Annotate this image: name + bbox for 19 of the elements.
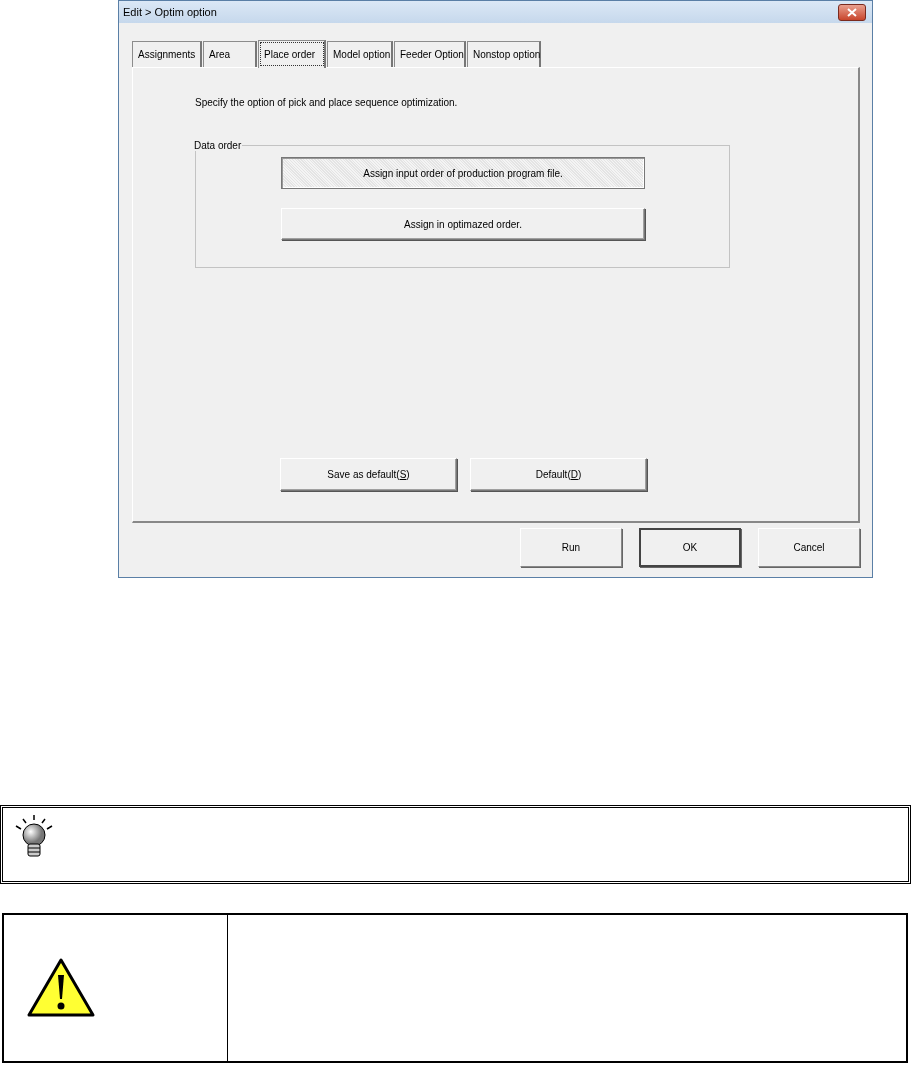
warning-icon: [26, 957, 96, 1019]
tab[interactable]: Model option: [327, 41, 393, 67]
tab[interactable]: Feeder Option: [394, 41, 466, 67]
default-button[interactable]: Save as default(S): [280, 458, 457, 491]
tab[interactable]: Area: [203, 41, 257, 67]
dialog-button[interactable]: Run: [520, 528, 622, 567]
order-option-button[interactable]: Assign in optimazed order.: [281, 208, 645, 240]
close-button[interactable]: [838, 3, 866, 21]
group-title: Data order: [193, 140, 243, 151]
window-title: Edit > Optim option: [123, 6, 217, 18]
close-icon: [847, 7, 857, 17]
dialog-button[interactable]: OK: [639, 528, 741, 567]
tab[interactable]: Place order: [258, 40, 326, 68]
default-button[interactable]: Default(D): [470, 458, 647, 491]
description-text: Specify the option of pick and place sequence optimization.: [195, 97, 459, 108]
order-option-button[interactable]: Assign input order of production program file.: [281, 157, 645, 189]
dialog-button[interactable]: Cancel: [758, 528, 860, 567]
tab[interactable]: Assignments: [132, 41, 202, 67]
tab[interactable]: Nonstop option: [467, 41, 541, 67]
